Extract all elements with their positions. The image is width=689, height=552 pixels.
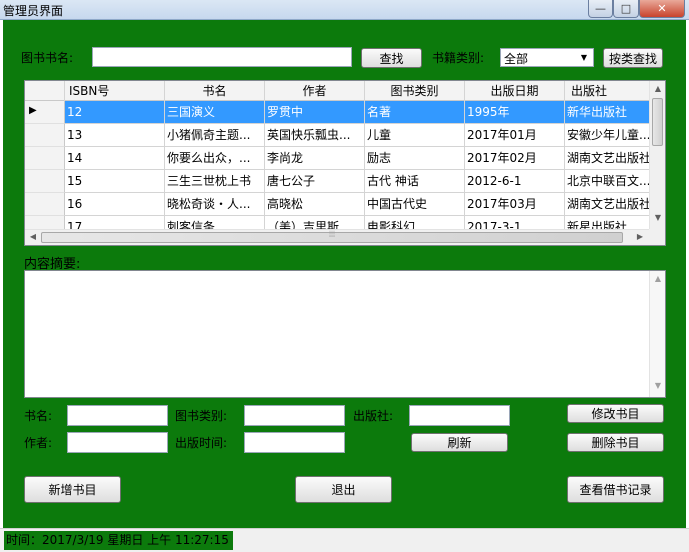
minimize-icon: —	[595, 2, 606, 15]
publisher-field[interactable]	[409, 405, 510, 426]
category-select[interactable]: 全部 ▼	[500, 48, 594, 67]
client-area: 图书书名: 查找 书籍类别: 全部 ▼ 按类查找 ISBN号 书名 作者 图书类…	[3, 20, 686, 528]
cell-publisher[interactable]: 安徽少年儿童...	[565, 124, 650, 147]
grid-horizontal-scrollbar[interactable]: ◀ ⦙⦙⦙ ▶	[25, 229, 649, 245]
cell-category[interactable]: 古代 神话	[365, 170, 465, 193]
minimize-button[interactable]: —	[588, 0, 613, 18]
row-header[interactable]: ▶	[25, 101, 65, 124]
scroll-left-icon[interactable]: ◀	[25, 232, 41, 241]
table-row[interactable]: 12 三国演义 罗贯中 名著 1995年 新华出版社	[65, 101, 650, 124]
category-field[interactable]	[244, 405, 345, 426]
cell-title[interactable]: 你要么出众，...	[165, 147, 265, 170]
status-bar: 时间：2017/3/19 星期日 上午 11:27:15	[0, 528, 689, 552]
view-borrow-records-button[interactable]: 查看借书记录	[567, 476, 664, 503]
row-header[interactable]	[25, 147, 65, 170]
close-button[interactable]: ✕	[639, 0, 685, 18]
table-row[interactable]: 16 晓松奇谈・人... 高晓松 中国古代史 2017年03月 湖南文艺出版社	[65, 193, 650, 216]
exit-button[interactable]: 退出	[295, 476, 392, 503]
column-header-pubdate[interactable]: 出版日期	[465, 81, 565, 101]
cell-pubdate[interactable]: 1995年	[465, 101, 565, 124]
summary-scroll-down-icon[interactable]: ▼	[650, 381, 666, 390]
cell-category[interactable]: 励志	[365, 147, 465, 170]
summary-textarea[interactable]: ▲ ▼	[24, 270, 666, 398]
title-bar: 管理员界面 — □ ✕	[0, 0, 689, 20]
scroll-right-icon[interactable]: ▶	[632, 232, 648, 241]
table-row[interactable]: 14 你要么出众，... 李尚龙 励志 2017年02月 湖南文艺出版社	[65, 147, 650, 170]
column-header-author[interactable]: 作者	[265, 81, 365, 101]
cell-isbn[interactable]: 13	[65, 124, 165, 147]
current-row-icon: ▶	[29, 105, 37, 116]
column-header-publisher[interactable]: 出版社	[565, 81, 650, 101]
author-label: 作者:	[24, 436, 53, 450]
table-row[interactable]: 15 三生三世枕上书 唐七公子 古代 神话 2012-6-1 北京中联百文...	[65, 170, 650, 193]
grip-icon: ⦙⦙⦙	[329, 230, 336, 240]
cell-category[interactable]: 名著	[365, 101, 465, 124]
table-row[interactable]: 13 小猪佩奇主题... 英国快乐瓢虫... 儿童 2017年01月 安徽少年儿童...	[65, 124, 650, 147]
status-time-text: 时间：2017/3/19 星期日 上午 11:27:15	[4, 531, 233, 550]
cell-publisher[interactable]: 湖南文艺出版社	[565, 193, 650, 216]
row-header[interactable]	[25, 170, 65, 193]
grid-header: ISBN号 书名 作者 图书类别 出版日期 出版社	[25, 81, 650, 101]
modify-book-button[interactable]: 修改书目	[567, 404, 664, 423]
add-book-button[interactable]: 新增书目	[24, 476, 121, 503]
category-selected-value: 全部	[504, 52, 529, 66]
book-grid[interactable]: ISBN号 书名 作者 图书类别 出版日期 出版社 ▶ 12 三国演义 罗贯中 名著 19…	[24, 80, 666, 246]
pubdate-label: 出版时间:	[175, 436, 228, 450]
cell-author[interactable]: 罗贯中	[265, 101, 365, 124]
row-header[interactable]	[25, 193, 65, 216]
cell-publisher[interactable]: 新华出版社	[565, 101, 650, 124]
book-name-label: 图书书名:	[21, 51, 74, 65]
category-label: 书籍类别:	[432, 51, 485, 65]
cell-title[interactable]: 三国演义	[165, 101, 265, 124]
scroll-down-icon[interactable]: ▼	[650, 213, 665, 222]
book-name-search-input[interactable]	[92, 47, 352, 67]
cell-author[interactable]: 英国快乐瓢虫...	[265, 124, 365, 147]
cell-publisher[interactable]: 湖南文艺出版社	[565, 147, 650, 170]
maximize-button[interactable]: □	[613, 0, 639, 18]
column-header-category[interactable]: 图书类别	[365, 81, 465, 101]
cell-category[interactable]: 中国古代史	[365, 193, 465, 216]
summary-scroll-up-icon[interactable]: ▲	[650, 274, 666, 283]
vertical-scroll-thumb[interactable]	[652, 98, 663, 146]
cell-publisher[interactable]: 北京中联百文...	[565, 170, 650, 193]
name-field[interactable]	[67, 405, 168, 426]
grid-vertical-scrollbar[interactable]: ▲ ▼	[649, 81, 665, 229]
cell-title[interactable]: 三生三世枕上书	[165, 170, 265, 193]
column-header-isbn[interactable]: ISBN号	[65, 81, 165, 101]
grid-corner	[25, 81, 65, 101]
close-icon: ✕	[657, 2, 667, 15]
cell-pubdate[interactable]: 2017年01月	[465, 124, 565, 147]
window-title: 管理员界面	[3, 4, 64, 18]
author-field[interactable]	[67, 432, 168, 453]
publisher-label: 出版社:	[353, 409, 394, 423]
cell-pubdate[interactable]: 2017年03月	[465, 193, 565, 216]
cell-isbn[interactable]: 12	[65, 101, 165, 124]
row-header[interactable]	[25, 124, 65, 147]
cell-author[interactable]: 李尚龙	[265, 147, 365, 170]
cell-isbn[interactable]: 14	[65, 147, 165, 170]
cell-author[interactable]: 高晓松	[265, 193, 365, 216]
cell-author[interactable]: 唐七公子	[265, 170, 365, 193]
category-field-label: 图书类别:	[175, 409, 228, 423]
category-search-button[interactable]: 按类查找	[603, 48, 663, 68]
name-label: 书名:	[24, 409, 53, 423]
chevron-down-icon: ▼	[580, 53, 588, 62]
cell-category[interactable]: 儿童	[365, 124, 465, 147]
scroll-up-icon[interactable]: ▲	[650, 84, 665, 93]
delete-book-button[interactable]: 删除书目	[567, 433, 664, 452]
scrollbar-corner	[649, 229, 665, 245]
cell-title[interactable]: 晓松奇谈・人...	[165, 193, 265, 216]
cell-pubdate[interactable]: 2012-6-1	[465, 170, 565, 193]
horizontal-scroll-thumb[interactable]: ⦙⦙⦙	[41, 230, 623, 243]
cell-isbn[interactable]: 15	[65, 170, 165, 193]
search-button[interactable]: 查找	[361, 48, 422, 68]
pubdate-field[interactable]	[244, 432, 345, 453]
column-header-title[interactable]: 书名	[165, 81, 265, 101]
refresh-button[interactable]: 刷新	[411, 433, 508, 452]
cell-pubdate[interactable]: 2017年02月	[465, 147, 565, 170]
cell-isbn[interactable]: 16	[65, 193, 165, 216]
summary-scrollbar[interactable]: ▲ ▼	[649, 271, 665, 397]
cell-title[interactable]: 小猪佩奇主题...	[165, 124, 265, 147]
maximize-icon: □	[620, 2, 632, 15]
